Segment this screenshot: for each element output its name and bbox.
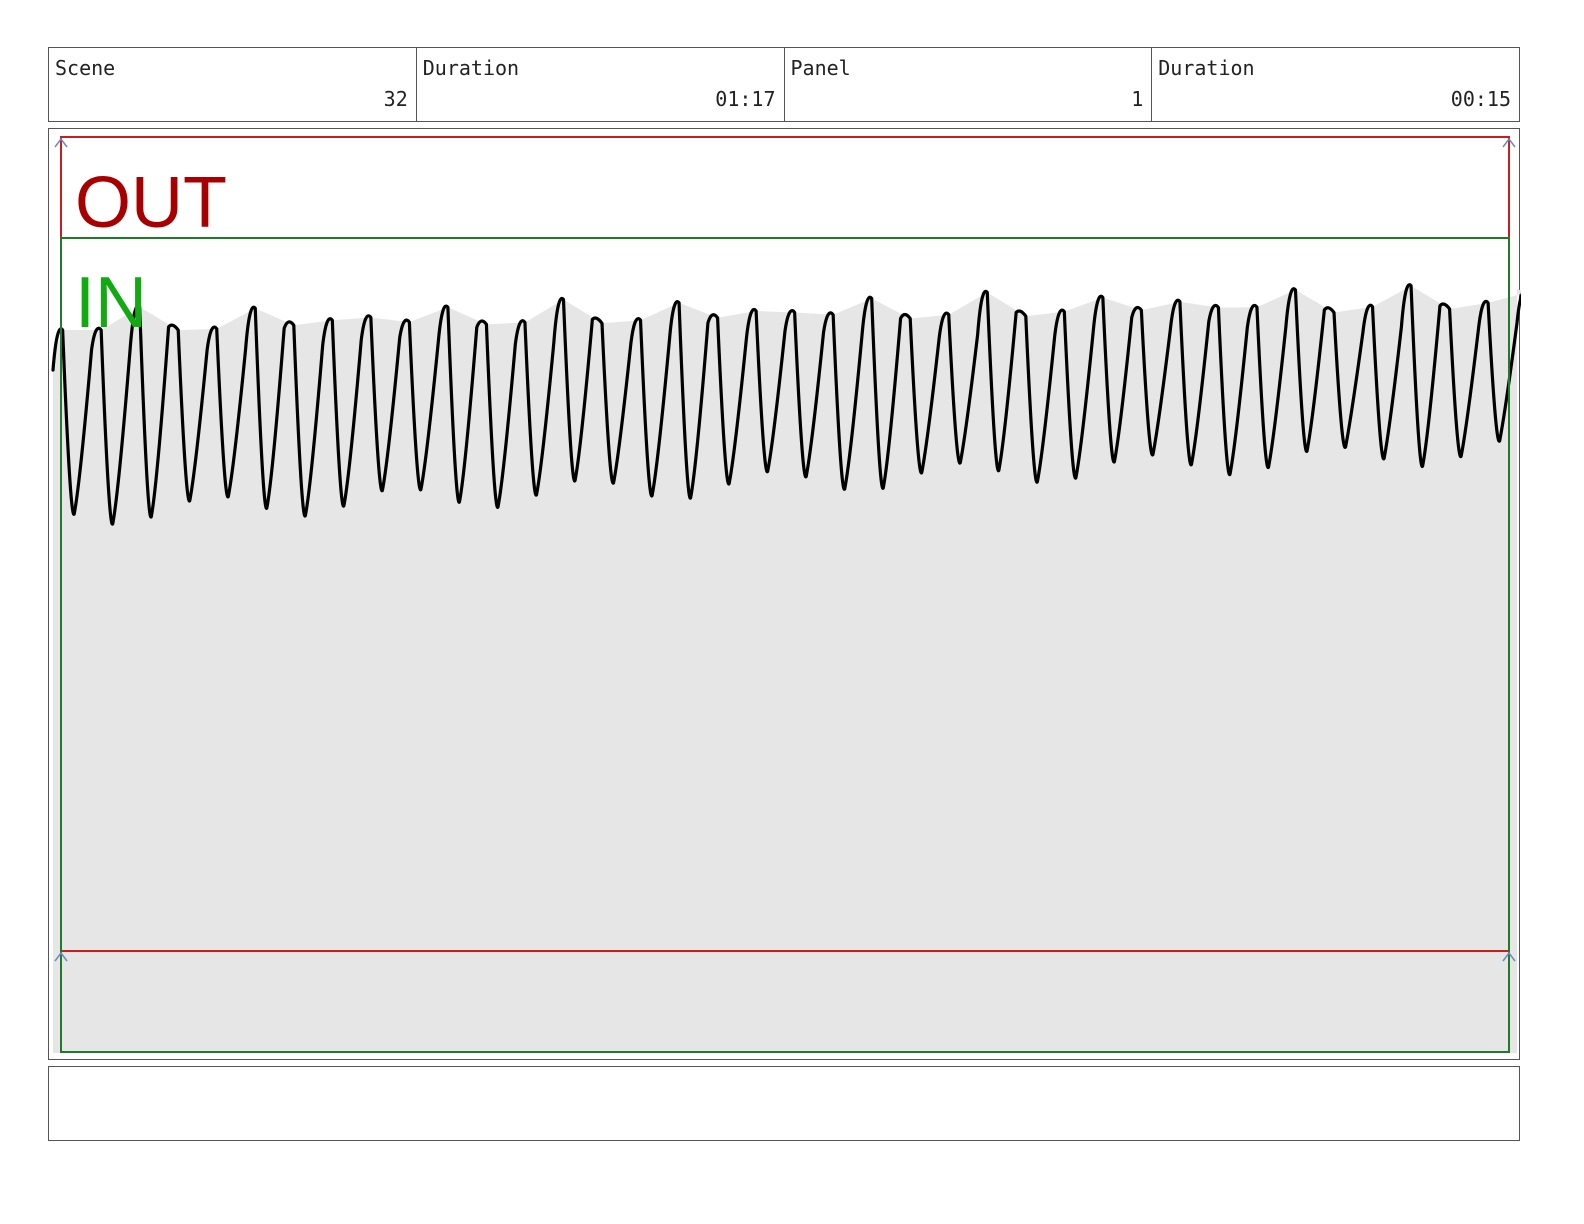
scene-label: Scene [55,56,116,80]
panel-info-header: Scene 32 Duration 01:17 Panel 1 Duration… [48,47,1520,122]
panel-duration-label: Duration [1158,56,1255,80]
scene-duration-label: Duration [422,56,520,80]
storyboard-panel[interactable]: OUT IN [48,128,1521,1061]
panel-duration-value: 00:15 [1450,87,1511,111]
scene-duration-cell: Duration 01:17 [415,48,784,121]
panel-value: 1 [1131,87,1144,111]
panel-label: Panel [790,56,851,80]
notes-box[interactable] [48,1066,1520,1141]
scene-cell: Scene 32 [49,48,416,121]
panel-canvas[interactable]: OUT IN [49,129,1521,1061]
scene-duration-value: 01:17 [715,87,776,111]
in-label: IN [75,263,147,343]
panel-duration-cell: Duration 00:15 [1151,48,1519,121]
out-label: OUT [75,163,227,243]
scene-value: 32 [383,87,408,111]
panel-cell: Panel 1 [783,48,1152,121]
